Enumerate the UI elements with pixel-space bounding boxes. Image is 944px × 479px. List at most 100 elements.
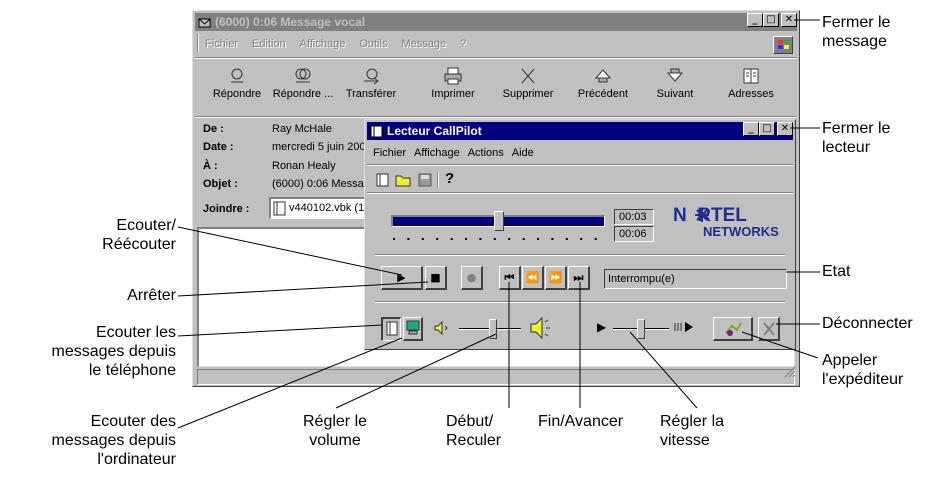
previous-icon bbox=[571, 67, 635, 85]
help-icon[interactable]: ? bbox=[445, 170, 454, 187]
progress-tick bbox=[551, 238, 554, 240]
reply-button[interactable]: Répondre bbox=[205, 67, 269, 100]
progress-tick bbox=[522, 238, 525, 240]
menu-edition[interactable]: Edition bbox=[252, 38, 286, 50]
annotation-line: Ecouter/ bbox=[116, 217, 176, 234]
save-icon[interactable] bbox=[417, 172, 433, 193]
minimize-button[interactable]: _ bbox=[747, 13, 763, 27]
nortel-logo: N RTEL NETWORKS bbox=[673, 205, 785, 241]
resize-grip-icon[interactable] bbox=[784, 365, 796, 383]
previous-button[interactable]: Précédent bbox=[571, 67, 635, 100]
annotation-line: Etat bbox=[822, 263, 851, 280]
close-player-button[interactable]: ✕ bbox=[777, 122, 793, 136]
annotation-line: Régler le bbox=[302, 413, 368, 430]
menu-fichier[interactable]: Fichier bbox=[205, 38, 238, 50]
date-value: mercredi 5 juin 2002 bbox=[272, 141, 372, 153]
address-book-button[interactable]: Adresses bbox=[719, 67, 783, 100]
progress-tick bbox=[450, 238, 453, 240]
date-label: Date : bbox=[203, 141, 234, 153]
delete-button[interactable]: Supprimer bbox=[496, 67, 560, 100]
progress-tick bbox=[508, 238, 511, 240]
annotation-end: Fin/Avancer bbox=[538, 412, 623, 431]
annotation-call-sender: Appeler l'expéditeur bbox=[822, 351, 903, 389]
printer-icon bbox=[421, 67, 485, 85]
slider-divider bbox=[375, 254, 785, 256]
progress-tick bbox=[436, 238, 439, 240]
call-sender-button[interactable] bbox=[713, 317, 753, 341]
player-window: Lecteur CallPilot _ □ ✕ Fichier Affichag… bbox=[364, 119, 796, 350]
volume-thumb[interactable] bbox=[489, 319, 497, 339]
player-title-bar[interactable]: Lecteur CallPilot bbox=[367, 122, 793, 140]
record-button[interactable]: ● bbox=[461, 266, 483, 290]
menu-affichage[interactable]: Affichage bbox=[300, 38, 346, 50]
annotation-line: Régler la bbox=[660, 413, 725, 430]
start-button[interactable]: ⏮ bbox=[499, 266, 521, 290]
rewind-button[interactable]: ⏪ bbox=[522, 266, 544, 290]
next-label: Suivant bbox=[656, 88, 694, 100]
annotation-line: volume bbox=[309, 432, 361, 449]
player-menu-affichage[interactable]: Affichage bbox=[414, 147, 460, 159]
volume-track bbox=[459, 319, 521, 339]
toolbar-separator bbox=[437, 172, 439, 188]
new-icon[interactable] bbox=[375, 172, 391, 193]
annotation-line: lecteur bbox=[822, 139, 871, 156]
annotation-line: le téléphone bbox=[88, 362, 176, 379]
message-title-bar[interactable]: (6000) 0:06 Message vocal bbox=[195, 13, 797, 31]
attach-label: Joindre : bbox=[203, 203, 250, 215]
annotation-line: l'expéditeur bbox=[822, 371, 904, 388]
next-icon bbox=[643, 67, 707, 85]
print-button[interactable]: Imprimer bbox=[421, 67, 485, 100]
player-menu-divider bbox=[367, 164, 793, 166]
maximize-button[interactable]: □ bbox=[763, 13, 779, 27]
speed-slow-icon: ▶ bbox=[597, 320, 607, 334]
delete-icon bbox=[496, 67, 560, 85]
progress-tick bbox=[565, 238, 568, 240]
player-menu-bar: Fichier Affichage Actions Aide bbox=[373, 147, 548, 159]
forward-label: Transférer bbox=[345, 88, 397, 100]
listen-computer-button[interactable] bbox=[403, 317, 423, 341]
player-menu-actions[interactable]: Actions bbox=[468, 147, 504, 159]
player-menu-fichier[interactable]: Fichier bbox=[373, 147, 406, 159]
address-book-icon bbox=[719, 67, 783, 85]
annotation-computer: Ecouter des messages depuis l'ordinateur bbox=[20, 412, 176, 469]
next-button[interactable]: Suivant bbox=[643, 67, 707, 100]
volume-high-icon bbox=[529, 315, 555, 346]
forward-button[interactable]: Transférer bbox=[339, 67, 403, 100]
play-button[interactable]: ▶ bbox=[381, 266, 423, 290]
annotation-line: l'ordinateur bbox=[97, 451, 176, 468]
close-message-button[interactable]: ✕ bbox=[781, 13, 797, 27]
progress-tick bbox=[493, 238, 496, 240]
menu-help[interactable]: ? bbox=[460, 38, 466, 50]
progress-track bbox=[391, 211, 605, 231]
message-title: (6000) 0:06 Message vocal bbox=[215, 15, 366, 29]
progress-thumb[interactable] bbox=[494, 211, 504, 231]
reply-all-button[interactable]: Répondre ... bbox=[271, 67, 335, 100]
annotation-line: Déconnecter bbox=[822, 315, 913, 332]
progress-tick bbox=[465, 238, 467, 240]
nortel-logo-sub: NETWORKS bbox=[703, 224, 779, 239]
status-box: Interrompu(e) bbox=[604, 269, 787, 289]
annotation-line: Ecouter les bbox=[95, 324, 176, 341]
listen-phone-button[interactable] bbox=[381, 317, 401, 341]
end-button[interactable]: ⏭ bbox=[568, 266, 590, 290]
menu-outils[interactable]: Outils bbox=[359, 38, 387, 50]
nortel-star-icon bbox=[695, 208, 709, 222]
speed-thumb[interactable] bbox=[637, 319, 645, 339]
annotation-phone: Ecouter les messages depuis le téléphone bbox=[20, 323, 176, 380]
player-app-icon bbox=[370, 125, 383, 138]
player-maximize-button[interactable]: □ bbox=[759, 122, 775, 136]
menu-message[interactable]: Message bbox=[401, 38, 446, 50]
fast-forward-button[interactable]: ⏩ bbox=[545, 266, 567, 290]
progress-tick bbox=[594, 238, 597, 240]
print-label: Imprimer bbox=[431, 88, 475, 100]
status-bar bbox=[197, 369, 795, 385]
disconnect-button[interactable] bbox=[758, 317, 780, 341]
attachment-box[interactable]: v440102.vbk (1 bbox=[269, 197, 379, 219]
annotation-stop: Arrêter bbox=[40, 286, 176, 305]
player-menu-aide[interactable]: Aide bbox=[512, 147, 534, 159]
annotation-line: vitesse bbox=[660, 432, 710, 449]
stop-button[interactable]: ■ bbox=[425, 266, 447, 290]
player-minimize-button[interactable]: _ bbox=[743, 122, 759, 136]
delete-label: Supprimer bbox=[502, 88, 554, 100]
open-folder-icon[interactable] bbox=[395, 172, 413, 193]
